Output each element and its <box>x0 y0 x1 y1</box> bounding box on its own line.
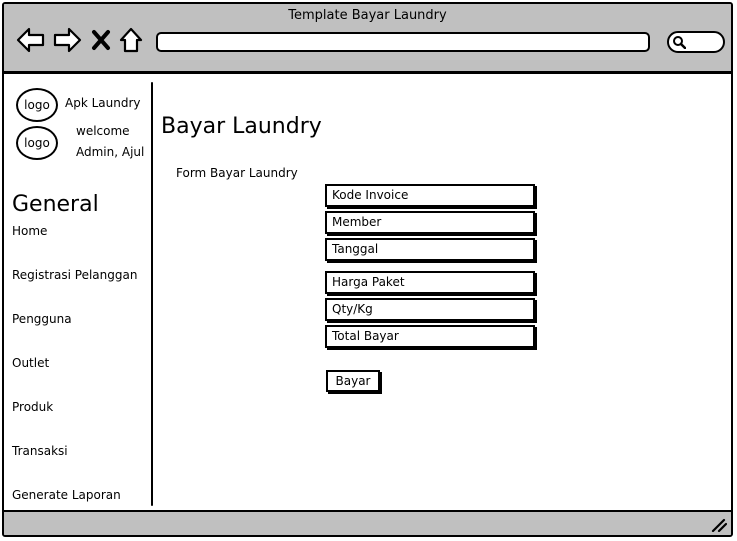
sidebar-item-outlet[interactable]: Outlet <box>12 356 49 370</box>
form-label: Form Bayar Laundry <box>176 166 298 180</box>
sidebar-item-pengguna[interactable]: Pengguna <box>12 312 72 326</box>
url-bar[interactable] <box>156 32 650 52</box>
sidebar-item-produk[interactable]: Produk <box>12 400 53 414</box>
user-name: Admin, Ajul <box>76 145 145 159</box>
page-title: Bayar Laundry <box>161 114 322 139</box>
title-bar: Template Bayar Laundry <box>4 4 731 74</box>
sidebar-item-registrasi-pelanggan[interactable]: Registrasi Pelanggan <box>12 268 137 282</box>
window-title: Template Bayar Laundry <box>288 8 447 23</box>
search-box[interactable] <box>667 31 725 53</box>
back-arrow-icon[interactable] <box>16 26 46 54</box>
bayar-button[interactable]: Bayar <box>326 370 380 392</box>
total-bayar-field[interactable]: Total Bayar <box>325 325 535 348</box>
sidebar-item-home[interactable]: Home <box>12 224 47 238</box>
tanggal-field[interactable]: Tanggal <box>325 238 535 261</box>
user-logo-placeholder: logo <box>16 126 58 160</box>
forward-arrow-icon[interactable] <box>52 26 82 54</box>
sidebar-item-generate-laporan[interactable]: Generate Laporan <box>12 488 121 502</box>
qty-kg-field[interactable]: Qty/Kg <box>325 298 535 321</box>
app-name: Apk Laundry <box>65 96 141 110</box>
close-x-icon[interactable] <box>90 26 112 54</box>
sidebar-item-transaksi[interactable]: Transaksi <box>12 444 68 458</box>
member-field[interactable]: Member <box>325 211 535 234</box>
sidebar-divider <box>151 82 153 506</box>
browser-window: Template Bayar Laundry logo Apk Laundry … <box>2 2 733 537</box>
search-icon <box>673 36 686 49</box>
logo-placeholder: logo <box>16 88 58 122</box>
harga-paket-field[interactable]: Harga Paket <box>325 271 535 294</box>
status-bar <box>4 510 731 535</box>
kode-invoice-field[interactable]: Kode Invoice <box>325 184 535 207</box>
home-icon[interactable] <box>118 26 144 54</box>
resize-grip-icon[interactable] <box>711 518 727 532</box>
section-title-general: General <box>12 192 99 217</box>
sidebar: logo Apk Laundry logo welcome Admin, Aju… <box>4 74 154 514</box>
welcome-text: welcome <box>76 124 130 138</box>
